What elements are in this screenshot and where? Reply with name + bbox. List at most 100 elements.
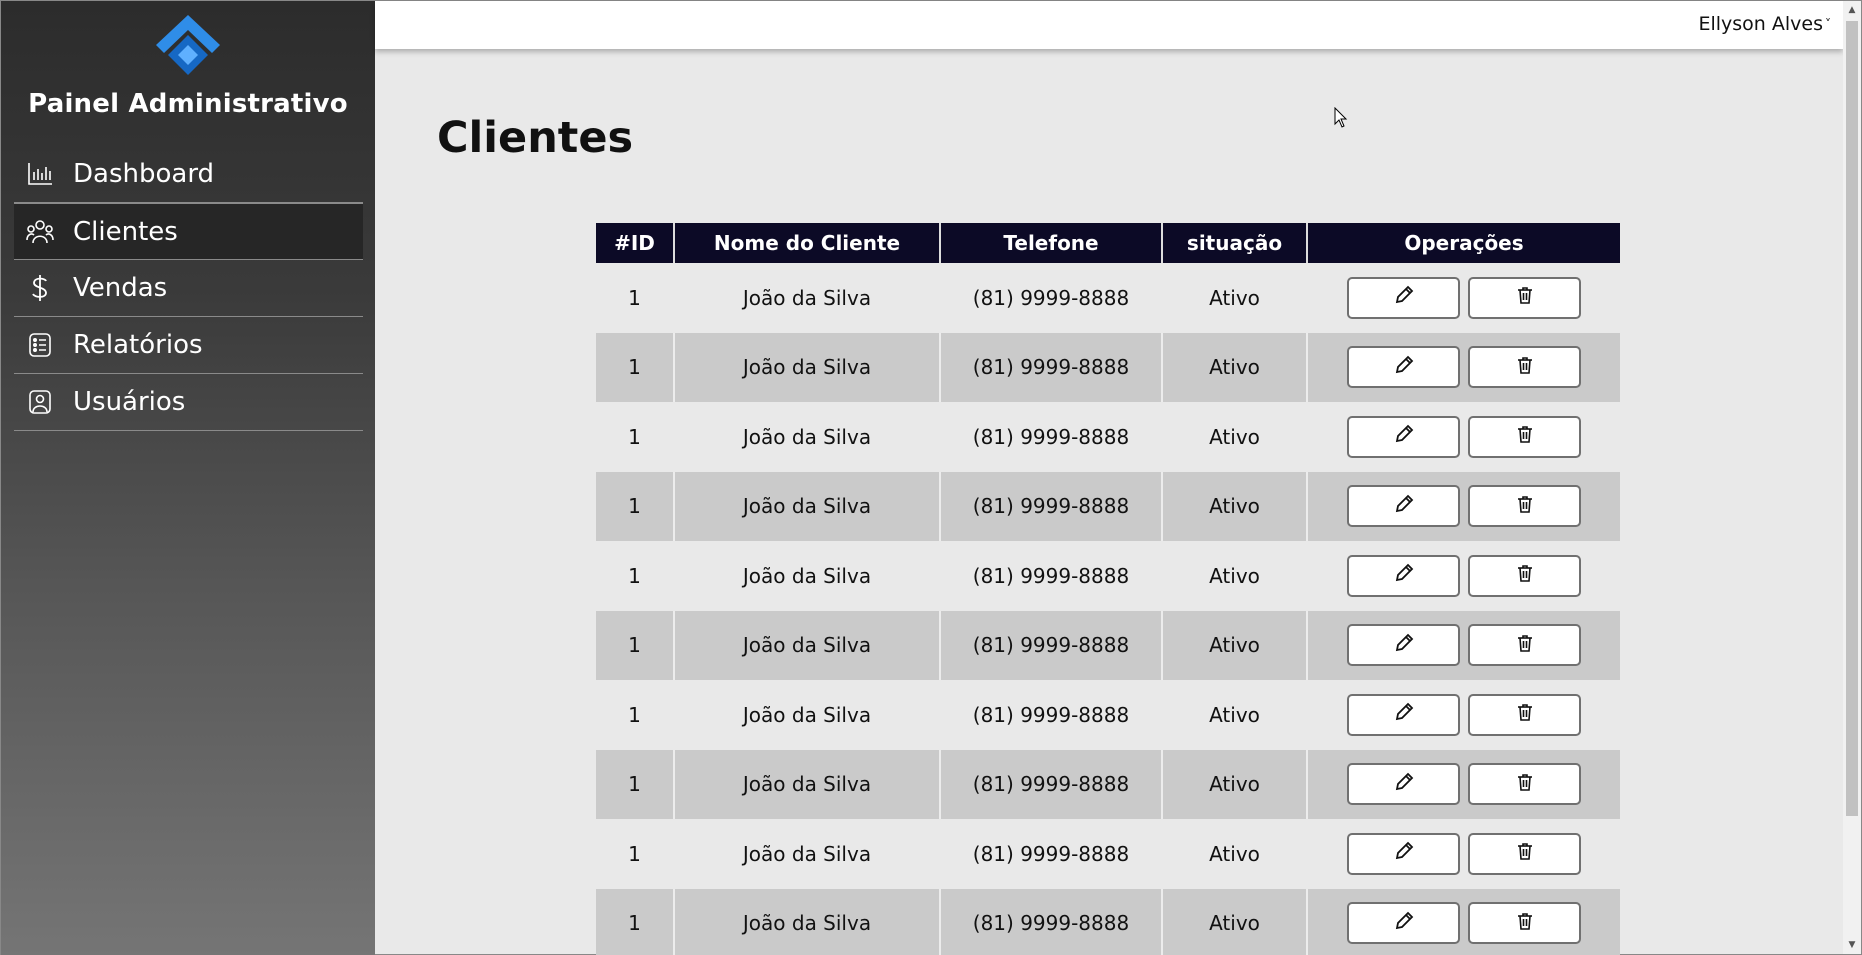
delete-button[interactable]	[1468, 902, 1581, 945]
cell-operations	[1306, 263, 1620, 333]
scroll-thumb[interactable]	[1846, 21, 1858, 816]
table-row: 1 João da Silva (81) 9999-8888 Ativo	[596, 680, 1620, 750]
table-row: 1 João da Silva (81) 9999-8888 Ativo	[596, 888, 1620, 955]
pencil-icon	[1393, 840, 1415, 867]
cell-phone: (81) 9999-8888	[939, 819, 1162, 889]
trash-icon	[1516, 841, 1534, 866]
pencil-icon	[1393, 701, 1415, 728]
cell-phone: (81) 9999-8888	[939, 332, 1162, 402]
table-row: 1 João da Silva (81) 9999-8888 Ativo	[596, 471, 1620, 541]
pencil-icon	[1393, 910, 1415, 937]
pencil-icon	[1393, 354, 1415, 381]
cell-name: João da Silva	[673, 749, 940, 819]
cell-status: Ativo	[1161, 332, 1307, 402]
sidebar-nav: Dashboard Clientes Vendas Relatórios Usu…	[14, 146, 363, 431]
sidebar-item-relatorios[interactable]: Relatórios	[14, 317, 363, 374]
users-icon	[24, 218, 56, 246]
user-menu[interactable]: Ellyson Alves ˅	[1698, 13, 1831, 35]
edit-button[interactable]	[1347, 624, 1460, 667]
dollar-icon	[24, 274, 56, 302]
sidebar-item-label: Clientes	[73, 216, 178, 247]
edit-button[interactable]	[1347, 415, 1460, 458]
scroll-down-arrow-icon[interactable]: ▼	[1843, 936, 1861, 954]
trash-icon	[1516, 563, 1534, 588]
pencil-icon	[1393, 771, 1415, 798]
cell-phone: (81) 9999-8888	[939, 263, 1162, 333]
delete-button[interactable]	[1468, 276, 1581, 319]
sidebar-item-label: Usuários	[73, 387, 186, 417]
cell-operations	[1306, 749, 1620, 819]
delete-button[interactable]	[1468, 554, 1581, 597]
cell-id: 1	[596, 749, 674, 819]
cell-phone: (81) 9999-8888	[939, 680, 1162, 750]
cell-status: Ativo	[1161, 471, 1307, 541]
operations-group	[1308, 832, 1620, 875]
delete-button[interactable]	[1468, 624, 1581, 667]
cell-name: João da Silva	[673, 263, 940, 333]
operations-group	[1308, 693, 1620, 736]
edit-button[interactable]	[1347, 485, 1460, 528]
sidebar-item-clientes[interactable]: Clientes	[14, 203, 363, 260]
operations-group	[1308, 902, 1620, 945]
cell-id: 1	[596, 402, 674, 472]
cell-phone: (81) 9999-8888	[939, 471, 1162, 541]
edit-button[interactable]	[1347, 902, 1460, 945]
sidebar-item-label: Dashboard	[73, 159, 215, 189]
page-title: Clientes	[437, 113, 634, 163]
trash-icon	[1516, 772, 1534, 797]
sidebar-item-usuarios[interactable]: Usuários	[14, 374, 363, 431]
cell-id: 1	[596, 263, 674, 333]
cell-operations	[1306, 610, 1620, 680]
edit-button[interactable]	[1347, 693, 1460, 736]
cell-status: Ativo	[1161, 819, 1307, 889]
delete-button[interactable]	[1468, 832, 1581, 875]
cell-id: 1	[596, 888, 674, 955]
pencil-icon	[1393, 632, 1415, 659]
cell-status: Ativo	[1161, 541, 1307, 611]
delete-button[interactable]	[1468, 485, 1581, 528]
scroll-up-arrow-icon[interactable]: ▲	[1843, 1, 1861, 19]
cell-status: Ativo	[1161, 749, 1307, 819]
cell-status: Ativo	[1161, 402, 1307, 472]
cell-operations	[1306, 332, 1620, 402]
brand-title: Painel Administrativo	[28, 89, 348, 119]
cell-name: João da Silva	[673, 471, 940, 541]
sidebar-item-dashboard[interactable]: Dashboard	[14, 146, 363, 203]
sidebar-item-label: Vendas	[73, 273, 168, 303]
operations-group	[1308, 485, 1620, 528]
delete-button[interactable]	[1468, 693, 1581, 736]
operations-group	[1308, 554, 1620, 597]
edit-button[interactable]	[1347, 346, 1460, 389]
edit-button[interactable]	[1347, 763, 1460, 806]
delete-button[interactable]	[1468, 415, 1581, 458]
edit-button[interactable]	[1347, 554, 1460, 597]
cell-operations	[1306, 888, 1620, 955]
trash-icon	[1516, 355, 1534, 380]
cell-status: Ativo	[1161, 888, 1307, 955]
topbar: Ellyson Alves ˅	[375, 1, 1843, 49]
operations-group	[1308, 763, 1620, 806]
pencil-icon	[1393, 423, 1415, 450]
delete-button[interactable]	[1468, 763, 1581, 806]
edit-button[interactable]	[1347, 276, 1460, 319]
chevron-down-icon: ˅	[1825, 17, 1831, 31]
cell-operations	[1306, 471, 1620, 541]
user-badge-icon	[24, 388, 56, 416]
cell-status: Ativo	[1161, 680, 1307, 750]
delete-button[interactable]	[1468, 346, 1581, 389]
cell-id: 1	[596, 332, 674, 402]
cell-status: Ativo	[1161, 610, 1307, 680]
trash-icon	[1516, 911, 1534, 936]
scrollbar[interactable]: ▲ ▼	[1843, 1, 1861, 954]
cell-name: João da Silva	[673, 680, 940, 750]
column-header-id: #ID	[596, 223, 674, 263]
sidebar-item-vendas[interactable]: Vendas	[14, 260, 363, 317]
table-row: 1 João da Silva (81) 9999-8888 Ativo	[596, 332, 1620, 402]
cell-id: 1	[596, 680, 674, 750]
column-header-operations: Operações	[1306, 223, 1620, 263]
operations-group	[1308, 276, 1620, 319]
cell-phone: (81) 9999-8888	[939, 888, 1162, 955]
cell-operations	[1306, 402, 1620, 472]
user-name: Ellyson Alves	[1698, 13, 1823, 35]
edit-button[interactable]	[1347, 832, 1460, 875]
